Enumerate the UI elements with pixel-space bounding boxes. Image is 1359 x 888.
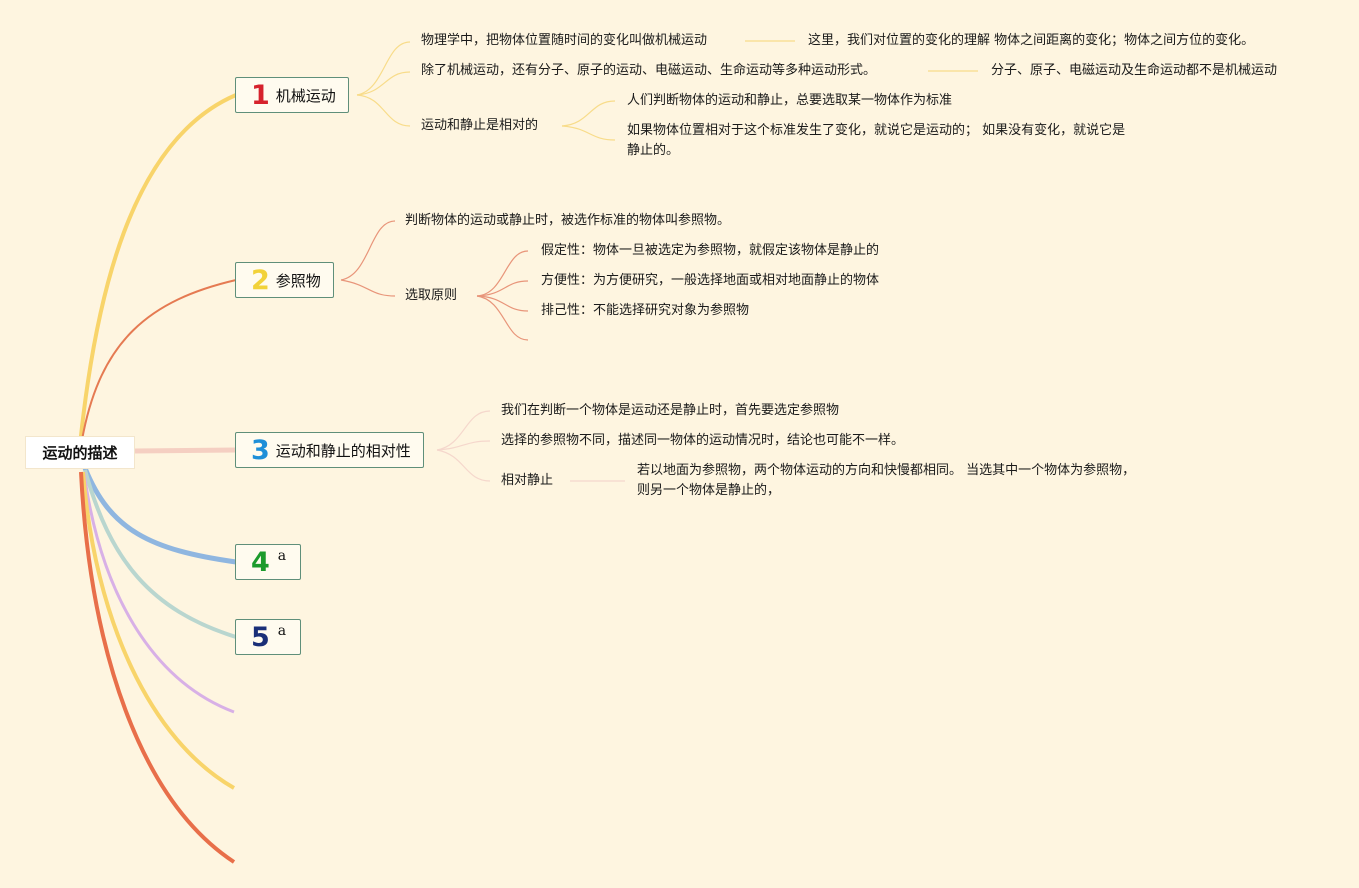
subtopic[interactable]: 选择的参照物不同，描述同一物体的运动情况时，结论也可能不一样。 bbox=[501, 432, 904, 450]
subtopic[interactable]: 相对静止 bbox=[501, 472, 553, 490]
topic-label: 参照物 bbox=[275, 271, 321, 290]
subtopic[interactable]: 除了机械运动，还有分子、原子的运动、电磁运动、生命运动等多种运动形式。 bbox=[421, 62, 876, 80]
topic-label: 运动和静止的相对性 bbox=[275, 441, 411, 460]
number-5-icon: 5 bbox=[251, 621, 270, 653]
branch-line-4 bbox=[82, 465, 239, 565]
topic-mechanical-motion[interactable]: 1 机械运动 bbox=[235, 77, 349, 113]
topic-4[interactable]: 4 a bbox=[235, 544, 301, 580]
number-4-icon: 4 bbox=[251, 546, 270, 578]
number-1-icon: 1 bbox=[251, 79, 270, 111]
topic-label: 机械运动 bbox=[275, 86, 336, 105]
subtopic[interactable]: 我们在判断一个物体是运动还是静止时，首先要选定参照物 bbox=[501, 402, 839, 420]
subtopic[interactable]: 物理学中，把物体位置随时间的变化叫做机械运动 bbox=[421, 32, 707, 50]
topic-5[interactable]: 5 a bbox=[235, 619, 301, 655]
branch-line-1 bbox=[78, 93, 238, 447]
subtopic[interactable]: 选取原则 bbox=[405, 287, 457, 305]
subtopic-item[interactable]: 人们判断物体的运动和静止，总要选取某一物体作为标准 bbox=[627, 92, 952, 110]
subtopic-note[interactable]: 分子、原子、电磁运动及生命运动都不是机械运动 bbox=[991, 62, 1277, 80]
topic-reference-object[interactable]: 2 参照物 bbox=[235, 262, 334, 298]
subtopic-item[interactable]: 假定性：物体一旦被选定为参照物，就假定该物体是静止的 bbox=[541, 242, 879, 260]
subtopic-item[interactable]: 方便性：为方便研究，一般选择地面或相对地面静止的物体 bbox=[541, 272, 879, 290]
number-2-icon: 2 bbox=[251, 264, 270, 296]
topic-label: a bbox=[277, 623, 287, 639]
branch-line-2 bbox=[81, 279, 237, 441]
branch-line-8 bbox=[79, 471, 236, 864]
subtopic-note[interactable]: 这里，我们对位置的变化的理解 物体之间距离的变化；物体之间方位的变化。 bbox=[808, 32, 1254, 50]
subtopic-item[interactable]: 如果物体位置相对于这个标准发生了变化，就说它是运动的； 如果没有变化，就说它是静… bbox=[627, 121, 1132, 161]
subtopic[interactable]: 判断物体的运动或静止时，被选作标准的物体叫参照物。 bbox=[405, 212, 730, 230]
branch-line-3 bbox=[134, 447, 237, 454]
root-topic[interactable]: 运动的描述 bbox=[25, 436, 135, 469]
number-3-icon: 3 bbox=[251, 434, 270, 466]
subtopic[interactable]: 运动和静止是相对的 bbox=[421, 117, 538, 135]
topic-relativity[interactable]: 3 运动和静止的相对性 bbox=[235, 432, 424, 468]
subtopic-note[interactable]: 若以地面为参照物，两个物体运动的方向和快慢都相同。 当选其中一个物体为参照物，则… bbox=[637, 461, 1137, 501]
root-topic-label: 运动的描述 bbox=[42, 444, 118, 462]
topic-label: a bbox=[277, 548, 287, 564]
subtopic-item[interactable]: 排己性：不能选择研究对象为参照物 bbox=[541, 302, 749, 320]
